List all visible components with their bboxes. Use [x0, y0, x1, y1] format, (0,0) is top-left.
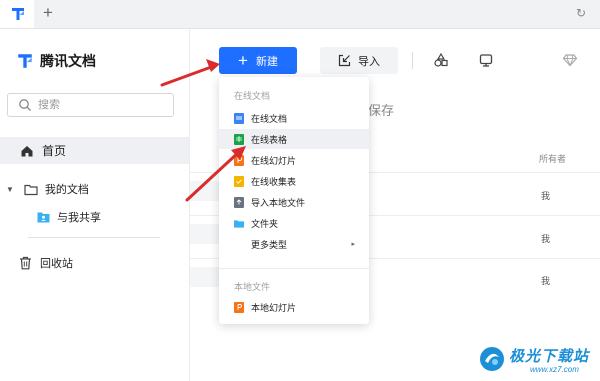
watermark-title: 极光下载站: [509, 348, 590, 365]
watermark-url: www.xz7.com: [530, 365, 579, 374]
red-arrow-icon: [185, 146, 246, 202]
watermark-logo-icon: [480, 347, 504, 371]
red-arrow-icon: [160, 59, 220, 87]
annotation-arrows: [160, 59, 246, 202]
watermark: 极光下载站 www.xz7.com: [478, 343, 596, 377]
